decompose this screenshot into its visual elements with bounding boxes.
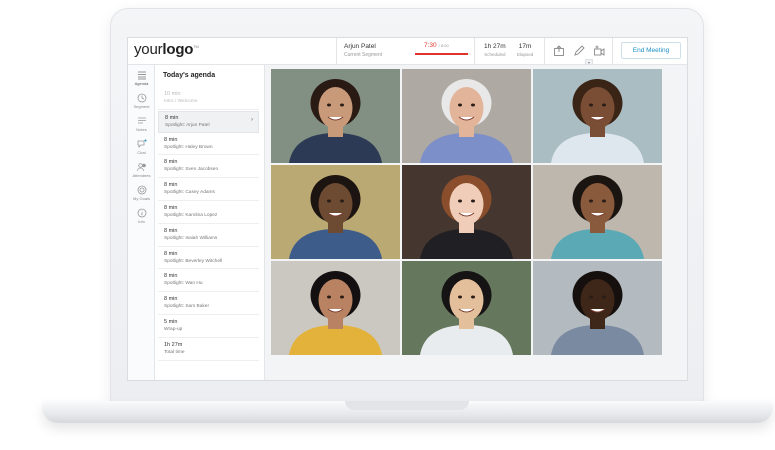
agenda-item-time: 8 min	[165, 114, 179, 121]
participant-video	[533, 165, 662, 259]
agenda-item[interactable]: 8 min Spotlight: Casey Adams	[158, 179, 259, 201]
nav-chat[interactable]: Chat	[128, 139, 155, 155]
agenda-item[interactable]: 10 min Intro / Welcome	[158, 88, 259, 110]
participant-video	[533, 261, 662, 355]
camera-icon[interactable]	[593, 45, 605, 57]
participant-video	[402, 69, 531, 163]
agenda-item[interactable]: 8 min Spotlight: Arjun Patel ›	[158, 110, 259, 133]
notes-icon	[137, 117, 146, 124]
nav-notes[interactable]: Notes	[128, 116, 155, 132]
target-icon	[137, 185, 146, 195]
current-presenter: Arjun Patel Current Segment	[344, 43, 382, 58]
divider	[544, 38, 545, 65]
participant-video-tile[interactable]	[533, 165, 662, 259]
agenda-item[interactable]: 8 min Spotlight: Isaiah Williams	[158, 225, 259, 247]
app-logo: yourlogoTM	[134, 41, 199, 58]
agenda-item-desc: Intro / Welcome	[164, 99, 198, 104]
nav-my-goals[interactable]: My Goals	[128, 185, 155, 201]
agenda-item[interactable]: 8 min Spotlight: Karolina Lopez	[158, 202, 259, 224]
nav-info[interactable]: Info	[128, 208, 155, 224]
agenda-item-desc: Spotlight: Sven Jacobsen	[164, 167, 219, 173]
agenda-item-time: 8 min	[164, 296, 178, 303]
nav-attendees[interactable]: Attendees	[128, 162, 155, 178]
left-nav: Agenda Segment Notes Chat Attendees My G…	[128, 65, 155, 380]
divider	[612, 38, 613, 65]
participant-video	[271, 165, 400, 259]
elapsed-stat: 17m Elapsed	[517, 43, 534, 57]
agenda-item[interactable]: 8 min Spotlight: Beverley Witchell	[158, 248, 259, 270]
attendees-icon	[136, 163, 146, 172]
participant-video-tile[interactable]	[271, 69, 400, 163]
agenda-item-time: 5 min	[164, 319, 178, 325]
participant-video-tile[interactable]	[402, 69, 531, 163]
agenda-item-time: 8 min	[164, 250, 178, 257]
participant-video	[402, 261, 531, 355]
list-icon	[137, 71, 146, 80]
divider	[474, 38, 475, 65]
presenter-name: Arjun Patel	[344, 43, 376, 50]
agenda-item[interactable]: 8 min Spotlight: Sven Jacobsen	[158, 156, 259, 179]
participant-video-tile[interactable]	[271, 261, 400, 355]
agenda-item-desc: Total time	[164, 349, 185, 355]
participant-video	[271, 261, 400, 355]
agenda-item-desc: Spotlight: Isaiah Williams	[164, 235, 218, 241]
presenter-sub: Current Segment	[344, 52, 383, 58]
chat-icon	[137, 139, 146, 148]
participant-video	[402, 165, 531, 259]
info-icon	[137, 208, 146, 218]
pen-icon[interactable]	[573, 45, 585, 57]
chevron-right-icon: ›	[251, 116, 253, 123]
end-meeting-button[interactable]: End Meeting	[621, 42, 681, 59]
participant-video	[533, 69, 662, 163]
agenda-item[interactable]: 8 min Spotlight: Sam Baker	[158, 293, 259, 315]
share-icon[interactable]	[553, 45, 565, 57]
divider	[336, 38, 337, 65]
video-grid	[265, 65, 687, 380]
laptop-notch	[345, 401, 469, 410]
agenda-item-desc: Spotlight: Karolina Lopez	[164, 213, 218, 218]
top-bar: yourlogoTM Arjun Patel Current Segment 7…	[128, 38, 687, 65]
scheduled-stat: 1h 27m Scheduled	[484, 43, 506, 57]
agenda-item-desc: Spotlight: Wan Hu	[164, 281, 203, 287]
participant-video-tile[interactable]	[402, 165, 531, 259]
participant-video-tile[interactable]	[402, 261, 531, 355]
agenda-item-time: 10 min	[164, 91, 181, 97]
agenda-item-desc: Spotlight: Haley Brown	[164, 144, 213, 150]
clock-icon	[137, 93, 146, 103]
agenda-panel: Today's agenda 10 min Intro / Welcome 8 mi…	[155, 65, 265, 380]
agenda-item-time: 8 min	[164, 182, 178, 189]
agenda-item[interactable]: 5 min Wrap-up	[158, 316, 259, 338]
participant-video-tile[interactable]	[271, 165, 400, 259]
agenda-item-time: 8 min	[164, 273, 178, 280]
timer-progress-fill	[415, 53, 468, 55]
nav-agenda[interactable]: Agenda	[128, 70, 155, 86]
app-screen: yourlogoTM Arjun Patel Current Segment 7…	[127, 37, 688, 381]
agenda-item-desc: Spotlight: Arjun Patel	[165, 122, 210, 128]
participant-video-tile[interactable]	[533, 261, 662, 355]
agenda-item-time: 1h 27m	[164, 341, 183, 348]
participant-video-tile[interactable]	[533, 69, 662, 163]
agenda-item[interactable]: 8 min Spotlight: Haley Brown	[158, 134, 259, 156]
nav-segment[interactable]: Segment	[128, 93, 155, 109]
participant-video	[271, 69, 400, 163]
timer-progress-bar	[415, 53, 471, 55]
agenda-item-desc: Spotlight: Beverley Witchell	[164, 258, 223, 264]
agenda-item-desc: Spotlight: Casey Adams	[164, 190, 215, 196]
agenda-item[interactable]: 8 min Spotlight: Wan Hu	[158, 270, 259, 293]
agenda-item-time: 8 min	[164, 159, 178, 166]
agenda-item-time: 8 min	[164, 227, 178, 234]
agenda-item-desc: Spotlight: Sam Baker	[164, 304, 210, 310]
agenda-item-desc: Wrap-up	[164, 327, 183, 332]
agenda-item-time: 8 min	[164, 136, 178, 143]
agenda-title: Today's agenda	[163, 72, 216, 79]
segment-timer: 7:30/ 8:00	[424, 42, 449, 49]
agenda-item-time: 8 min	[164, 205, 178, 211]
agenda-item[interactable]: 1h 27m Total time	[158, 339, 259, 361]
